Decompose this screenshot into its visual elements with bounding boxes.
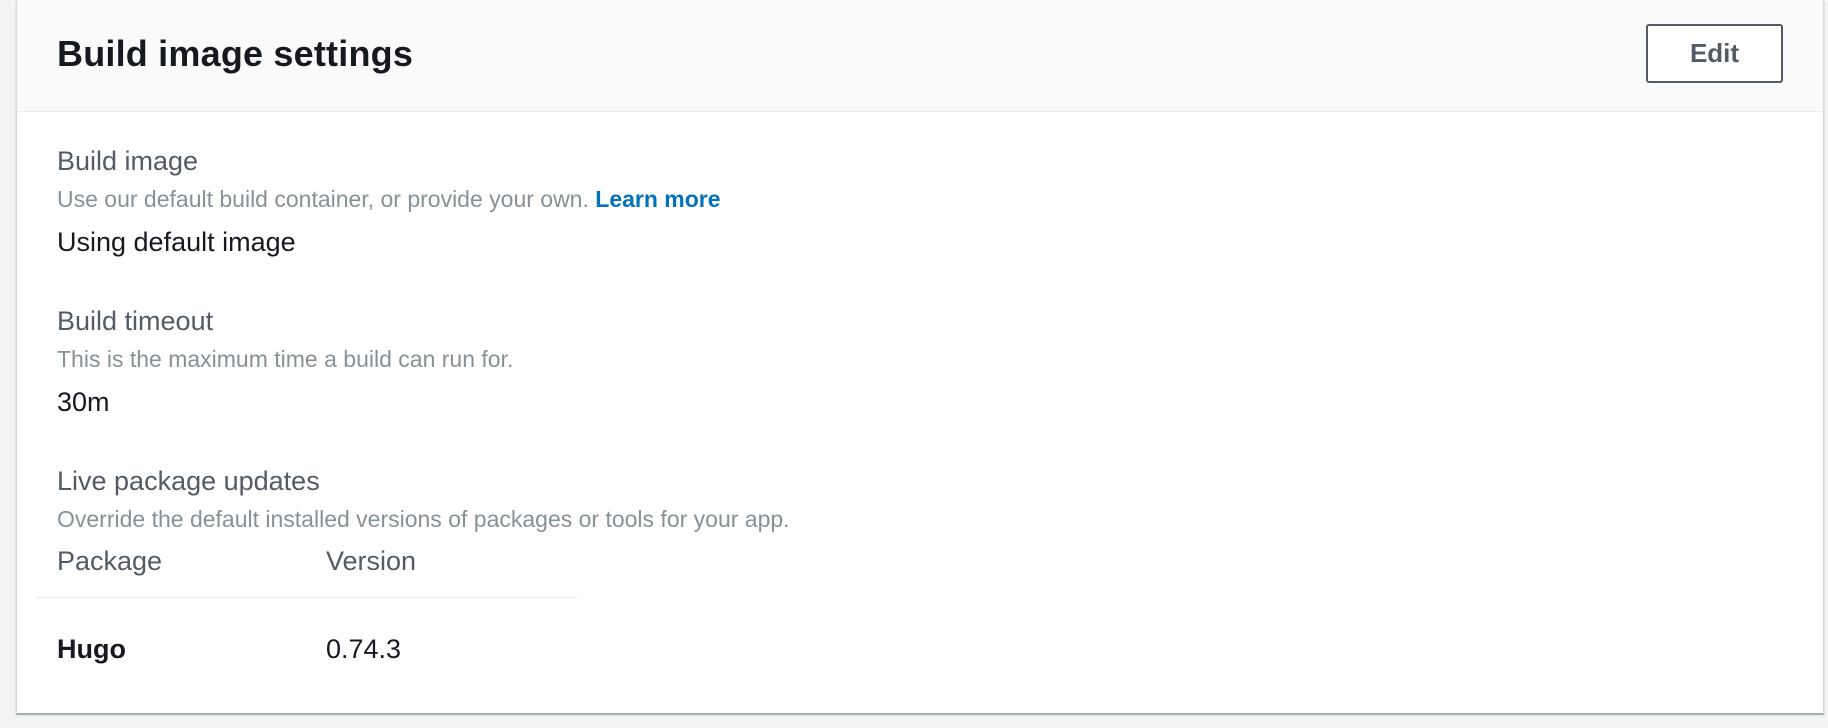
table-row: Hugo 0.74.3 [37, 598, 577, 663]
live-package-updates-field: Live package updates Override the defaul… [57, 468, 790, 531]
build-timeout-label: Build timeout [57, 306, 214, 336]
build-image-settings-panel: Build image settings Edit Build image Us… [16, 0, 1824, 713]
build-timeout-field: Build timeout This is the maximum time a… [57, 308, 513, 416]
build-image-value: Using default image [57, 227, 296, 257]
package-table: Package Version Hugo 0.74.3 [37, 546, 577, 663]
build-timeout-description: This is the maximum time a build can run… [57, 346, 514, 372]
panel-header: Build image settings Edit [17, 0, 1823, 112]
column-header-version: Version [326, 546, 417, 576]
learn-more-link[interactable]: Learn more [595, 186, 720, 212]
package-name: Hugo [57, 634, 126, 664]
package-table-header: Package Version [37, 546, 577, 598]
build-image-description-text: Use our default build container, or prov… [57, 186, 589, 212]
column-header-package: Package [57, 546, 163, 576]
panel-title: Build image settings [57, 33, 414, 74]
build-timeout-value: 30m [57, 387, 110, 417]
live-package-updates-description: Override the default installed versions … [57, 506, 790, 532]
build-image-description: Use our default build container, or prov… [57, 188, 721, 211]
build-image-field: Build image Use our default build contai… [57, 148, 721, 256]
package-version: 0.74.3 [326, 634, 402, 664]
edit-button[interactable]: Edit [1646, 24, 1783, 83]
live-package-updates-label: Live package updates [57, 466, 320, 496]
build-image-label: Build image [57, 146, 199, 176]
